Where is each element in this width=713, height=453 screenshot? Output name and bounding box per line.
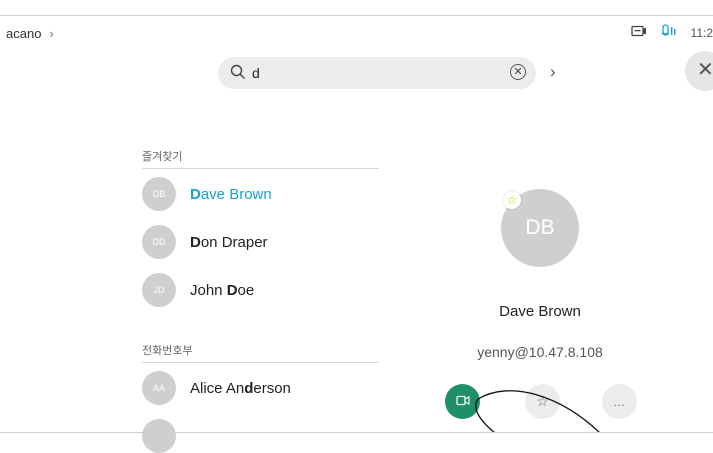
touch-pointer-overlay bbox=[475, 390, 601, 433]
